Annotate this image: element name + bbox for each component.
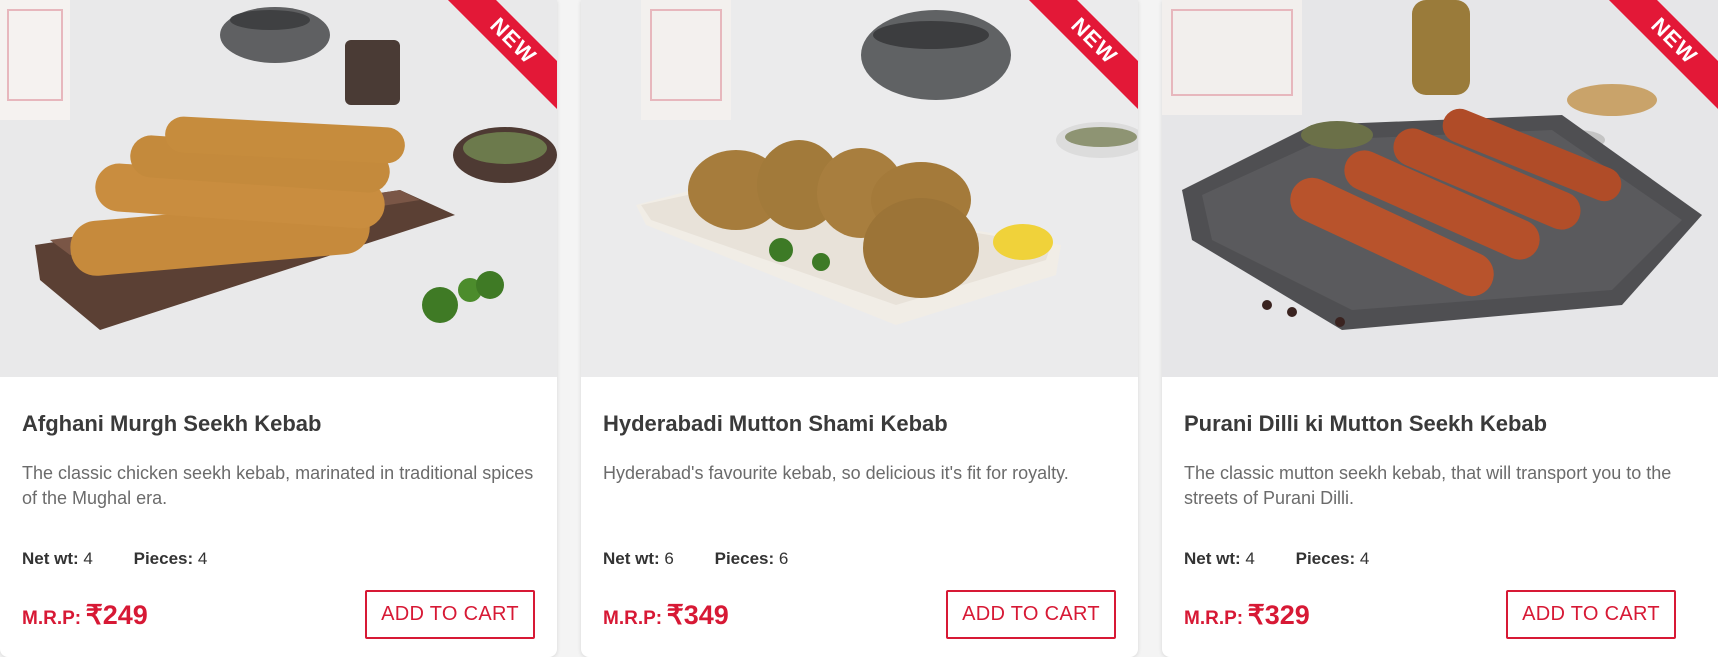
new-ribbon: NEW xyxy=(447,0,557,110)
net-wt-value: 4 xyxy=(1245,549,1255,568)
product-image[interactable]: NEW xyxy=(1162,0,1718,377)
product-image[interactable]: NEW xyxy=(0,0,557,377)
price-amount: ₹329 xyxy=(1247,600,1310,630)
product-image[interactable]: NEW xyxy=(581,0,1138,377)
net-wt-label: Net wt: xyxy=(22,549,79,568)
pieces-value: 6 xyxy=(778,549,789,568)
product-card[interactable]: NEW Purani Dilli ki Mutton Seekh Kebab T… xyxy=(1162,0,1718,657)
product-title[interactable]: Afghani Murgh Seekh Kebab xyxy=(22,411,321,437)
product-card[interactable]: NEW Afghani Murgh Seekh Kebab The classi… xyxy=(0,0,557,657)
new-ribbon: NEW xyxy=(1608,0,1718,110)
mrp-label: M.R.P: xyxy=(22,608,82,629)
mrp-label: M.R.P: xyxy=(603,608,663,629)
net-wt-label: Net wt: xyxy=(1184,549,1241,568)
product-meta: Net wt: 4 Pieces: 4 xyxy=(1184,549,1369,569)
product-grid: NEW Afghani Murgh Seekh Kebab The classi… xyxy=(0,0,1718,657)
pieces-label: Pieces: xyxy=(1295,549,1356,568)
product-price: M.R.P: ₹329 xyxy=(1184,600,1310,631)
pieces-value: 4 xyxy=(1359,549,1370,568)
net-wt-value: 4 xyxy=(83,549,93,568)
new-ribbon-label: NEW xyxy=(1608,0,1718,110)
new-ribbon-label: NEW xyxy=(1028,0,1138,110)
mrp-label: M.R.P: xyxy=(1184,608,1244,629)
net-wt-label: Net wt: xyxy=(603,549,660,568)
product-description: The classic chicken seekh kebab, marinat… xyxy=(22,463,534,508)
product-meta: Net wt: 6 Pieces: 6 xyxy=(603,549,788,569)
new-ribbon-label: NEW xyxy=(447,0,557,110)
product-meta: Net wt: 4 Pieces: 4 xyxy=(22,549,207,569)
add-to-cart-button[interactable]: ADD TO CART xyxy=(946,590,1116,639)
price-amount: ₹349 xyxy=(666,600,729,630)
add-to-cart-button[interactable]: ADD TO CART xyxy=(365,590,535,639)
product-card[interactable]: NEW Hyderabadi Mutton Shami Kebab Hydera… xyxy=(581,0,1138,657)
net-wt-value: 6 xyxy=(664,549,674,568)
pieces-value: 4 xyxy=(197,549,208,568)
pieces-label: Pieces: xyxy=(714,549,775,568)
price-amount: ₹249 xyxy=(85,600,148,630)
add-to-cart-button[interactable]: ADD TO CART xyxy=(1506,590,1676,639)
product-description: The classic mutton seekh kebab, that wil… xyxy=(1184,463,1672,508)
product-title[interactable]: Hyderabadi Mutton Shami Kebab xyxy=(603,411,948,437)
product-price: M.R.P: ₹249 xyxy=(22,600,148,631)
product-title[interactable]: Purani Dilli ki Mutton Seekh Kebab xyxy=(1184,411,1547,437)
product-description: Hyderabad's favourite kebab, so deliciou… xyxy=(603,463,1069,483)
new-ribbon: NEW xyxy=(1028,0,1138,110)
pieces-label: Pieces: xyxy=(133,549,194,568)
product-price: M.R.P: ₹349 xyxy=(603,600,729,631)
